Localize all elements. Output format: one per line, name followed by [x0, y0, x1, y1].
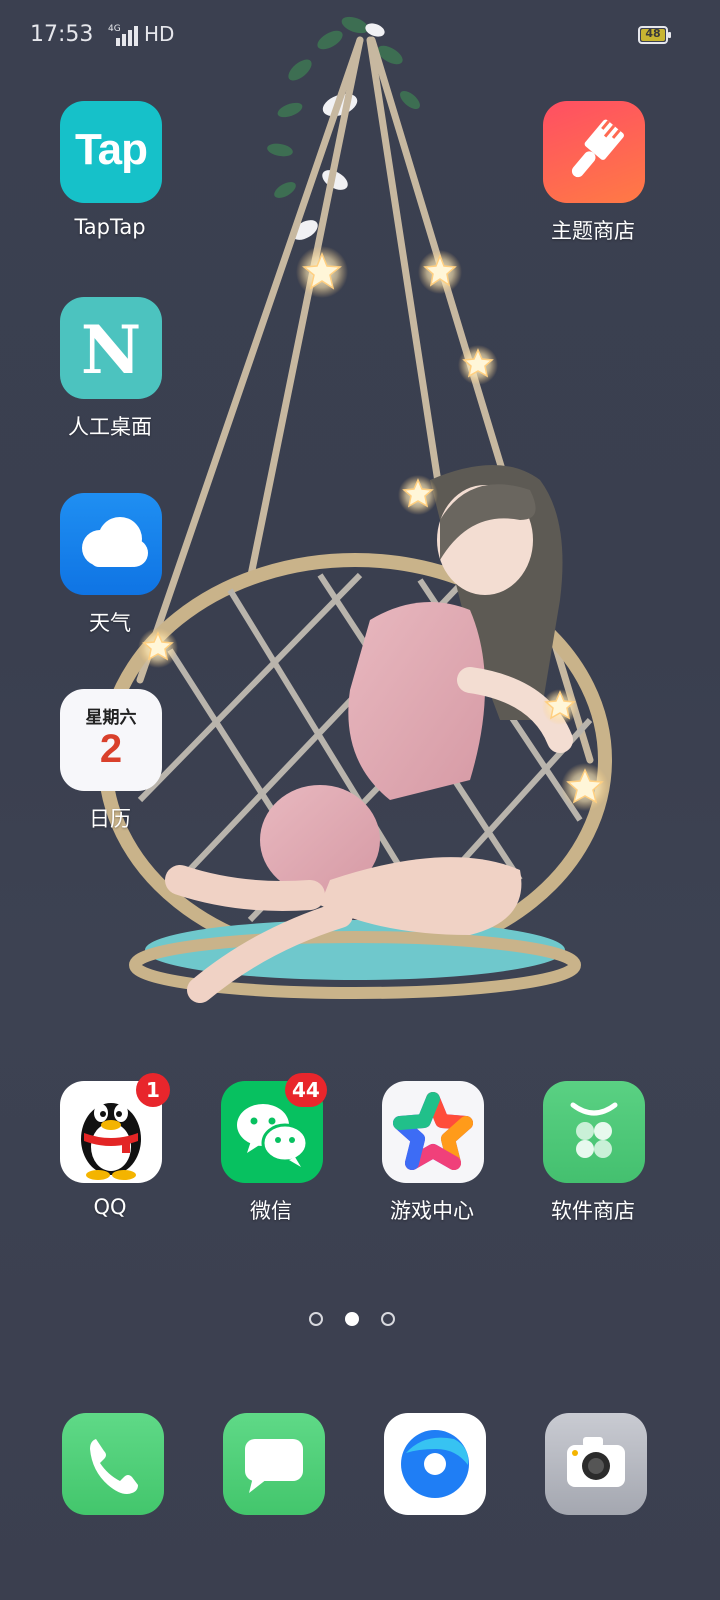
app-label: 天气	[89, 611, 131, 635]
network-type: 4G	[108, 24, 121, 34]
page-dot-current[interactable]	[345, 1312, 359, 1326]
rengong-desktop-icon: N	[60, 297, 162, 399]
dock-browser[interactable]	[374, 1413, 494, 1517]
app-label: 主题商店	[551, 219, 635, 243]
taptap-logo-text: Tap	[75, 125, 148, 174]
app-theme-store[interactable]: 主题商店	[533, 101, 653, 251]
app-rengong-desktop[interactable]: N 人工桌面	[50, 297, 170, 447]
app-software-store[interactable]: 软件商店	[533, 1081, 653, 1231]
app-wechat[interactable]: 44 微信	[211, 1073, 331, 1231]
wechat-unread-badge: 44	[285, 1073, 327, 1107]
calendar-day: 2	[99, 727, 123, 771]
app-label: TapTap	[74, 215, 146, 239]
calendar-weekday: 星期六	[85, 708, 137, 728]
browser-icon	[384, 1413, 486, 1515]
app-calendar[interactable]: 星期六 2 日历	[50, 689, 170, 839]
page-dot[interactable]	[309, 1312, 323, 1326]
taptap-icon: Tap	[60, 101, 162, 203]
app-game-center[interactable]: 游戏中心	[372, 1081, 492, 1231]
battery-level: 48	[645, 27, 661, 40]
app-store-icon	[543, 1081, 645, 1183]
rengong-logo-text: N	[80, 311, 142, 389]
phone-icon	[62, 1413, 164, 1515]
dock-camera[interactable]	[535, 1413, 655, 1517]
app-weather[interactable]: 天气	[50, 493, 170, 643]
app-label: 日历	[89, 807, 131, 831]
cloud-icon	[60, 493, 162, 595]
status-bar: 17:53 4G HD 48	[0, 0, 720, 72]
status-time: 17:53	[30, 22, 94, 47]
app-label: 软件商店	[551, 1199, 635, 1223]
messages-icon	[223, 1413, 325, 1515]
qq-unread-badge: 1	[136, 1073, 170, 1107]
hd-voice-indicator: HD	[144, 22, 175, 46]
page-indicator[interactable]	[0, 1310, 720, 1330]
app-taptap[interactable]: Tap TapTap	[50, 101, 170, 251]
app-label: QQ	[93, 1195, 127, 1219]
calendar-icon: 星期六 2	[60, 689, 162, 791]
dock-messages[interactable]	[213, 1413, 333, 1517]
app-label: 游戏中心	[390, 1199, 474, 1223]
page-dot[interactable]	[381, 1312, 395, 1326]
app-label: 微信	[250, 1199, 292, 1223]
app-label: 人工桌面	[68, 415, 152, 439]
game-center-star-icon	[382, 1081, 484, 1183]
camera-icon	[545, 1413, 647, 1515]
paintbrush-icon	[543, 101, 645, 203]
app-qq[interactable]: 1 QQ	[50, 1073, 170, 1231]
dock-phone[interactable]	[52, 1413, 172, 1517]
battery-icon: 48	[638, 26, 672, 44]
